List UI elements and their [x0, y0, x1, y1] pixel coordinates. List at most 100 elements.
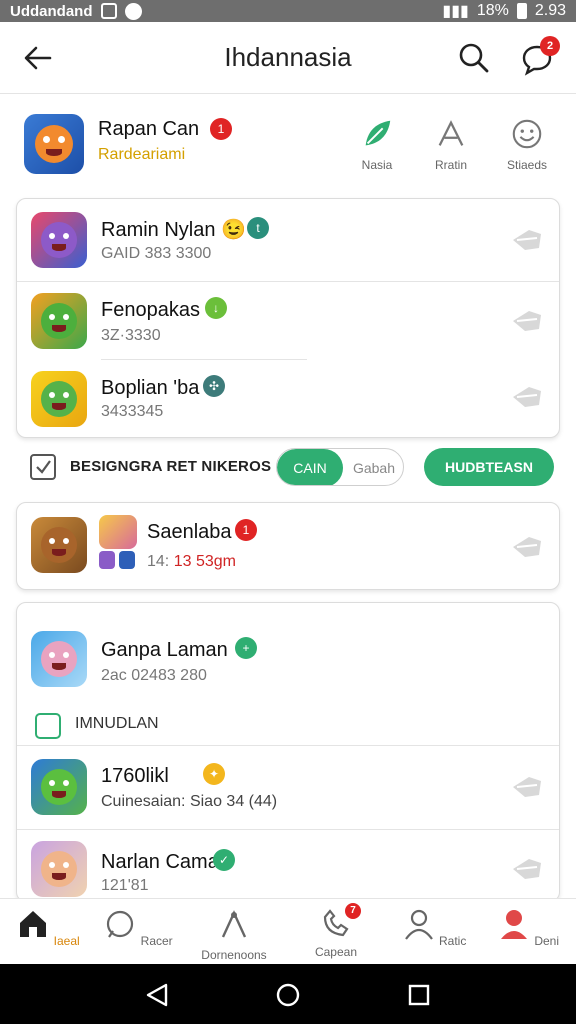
recents-square-icon[interactable] [406, 982, 432, 1008]
profile-avatar[interactable] [24, 114, 84, 174]
chat-badge: 2 [540, 36, 560, 56]
mini-avatar [99, 551, 115, 569]
item-title: Saenlaba [147, 521, 232, 543]
item-badge: 1 [235, 519, 257, 541]
item-title: Fenopakas [101, 299, 200, 321]
avatar [31, 293, 87, 349]
share-icon[interactable] [509, 307, 545, 335]
nav-label: Iaeal [53, 934, 80, 948]
primary-action-button[interactable]: HUDBTEASN [424, 448, 554, 486]
home-icon [20, 911, 47, 937]
triangle-icon [433, 116, 469, 152]
nav-label: Racer [140, 934, 173, 948]
avatar [31, 841, 87, 897]
group-avatar [99, 515, 137, 549]
list-item[interactable]: Fenopakas ↓ 3Z·3330 [17, 281, 559, 361]
list-item[interactable]: 1760likl ✦ Cuinesaian: Siao 34 (44) [17, 745, 559, 829]
back-triangle-icon[interactable] [144, 982, 170, 1008]
item-title: Ganpa Laman [101, 639, 228, 661]
carrier-text: Uddandand [10, 2, 93, 20]
item-title: Boplian 'ba [101, 377, 200, 399]
person-icon [404, 909, 433, 940]
checkmark-icon [36, 460, 51, 474]
header-action-rratin[interactable]: Rratin [416, 116, 486, 172]
contacts-card-3: Ganpa Laman + 2ac 02483 280 IMNUDLAN 176… [16, 602, 560, 902]
profile-subtitle: Rardeariami [98, 146, 186, 163]
list-item[interactable]: Boplian 'ba ✣ 3433345 [17, 361, 559, 437]
nav-badge: 7 [345, 903, 361, 919]
chat-button[interactable]: 2 [520, 36, 560, 76]
nav-label: Capean [314, 945, 358, 959]
share-icon[interactable] [509, 855, 545, 883]
nav-home[interactable]: Iaeal [0, 907, 96, 948]
item-badge: ↓ [205, 297, 227, 319]
header-action-stiaeds[interactable]: Stiaeds [492, 116, 562, 172]
nav-label: Deni [534, 934, 560, 948]
filter-bar: BESIGNGRA RET NIKEROS CAIN Gabah HUDBTEA… [0, 446, 576, 492]
compass-icon [221, 910, 247, 938]
profile-header: Rapan Can 1 Rardeariami Nasia Rratin Sti… [0, 104, 576, 186]
item-meta: GAID 383 3300 [101, 245, 212, 262]
list-item[interactable]: Ramin Nylan 😉 t GAID 383 3300 [17, 199, 559, 281]
profile-name-badge: 1 [210, 118, 232, 140]
nav-deni[interactable]: Deni [480, 907, 576, 948]
share-icon[interactable] [509, 773, 545, 801]
list-item[interactable]: Ganpa Laman + 2ac 02483 280 [17, 603, 559, 703]
contacts-card-1: Ramin Nylan 😉 t GAID 383 3300 Fenopakas … [16, 198, 560, 438]
item-meta: Cuinesaian: Siao 34 (44) [101, 793, 278, 810]
edit-icon[interactable] [35, 713, 61, 739]
chat-icon [107, 910, 134, 938]
battery-icon [516, 3, 527, 19]
divider [101, 359, 307, 360]
system-navigation [0, 964, 576, 1024]
nav-dornenoons[interactable]: Dornenoons [186, 907, 282, 962]
item-meta-time: 13 53gm [173, 553, 236, 570]
leaf-icon [359, 116, 395, 152]
header-action-label: Nasia [361, 158, 393, 172]
section-label: IMNUDLAN [75, 715, 159, 732]
item-meta: 121'81 [101, 877, 149, 894]
battery-percent: 18% [476, 2, 509, 19]
square-icon [100, 3, 117, 19]
nav-ratic[interactable]: Ratic [386, 907, 482, 948]
header-action-label: Stiaeds [506, 158, 548, 172]
nav-capean[interactable]: 7 Capean [288, 903, 384, 959]
item-meta: 2ac 02483 280 [101, 667, 207, 684]
item-title: Ramin Nylan 😉 [101, 219, 246, 241]
item-title: 1760likl [101, 765, 169, 787]
search-icon[interactable] [458, 42, 490, 74]
segmented-toggle[interactable]: CAIN Gabah [276, 448, 404, 486]
item-badge: + [235, 637, 257, 659]
avatar [31, 212, 87, 268]
profile-icon [500, 910, 527, 939]
checkbox-label: BESIGNGRA RET NIKEROS [70, 458, 272, 475]
share-icon[interactable] [509, 533, 545, 561]
item-badge: t [247, 217, 269, 239]
item-badge: ✣ [203, 375, 225, 397]
smiley-icon [509, 116, 545, 152]
list-item[interactable]: Narlan Cama ✓ 121'81 [17, 829, 559, 901]
profile-name: Rapan Can [98, 118, 200, 140]
share-icon[interactable] [509, 383, 545, 411]
item-meta-prefix: 14: [147, 553, 170, 570]
share-icon[interactable] [509, 226, 545, 254]
nav-label: Dornenoons [201, 948, 267, 962]
avatar [31, 517, 87, 573]
header-action-nasia[interactable]: Nasia [342, 116, 412, 172]
item-badge: ✓ [213, 849, 235, 871]
clock: 2.93 [534, 2, 566, 19]
toggle-option-on[interactable]: CAIN [277, 449, 343, 485]
bottom-navigation: Iaeal Racer Dornenoons 7 Capean Ratic De… [0, 898, 576, 964]
item-meta: 3Z·3330 [101, 327, 161, 344]
home-circle-icon[interactable] [275, 982, 301, 1008]
list-item[interactable]: Saenlaba 1 14: 13 53gm [17, 503, 559, 589]
checkbox[interactable] [30, 454, 56, 480]
avatar [31, 371, 87, 427]
avatar [31, 759, 87, 815]
circle-icon [124, 2, 142, 20]
nav-racer[interactable]: Racer [90, 907, 186, 948]
app-bar: Ihdannasia 2 [0, 22, 576, 94]
signal-icon: ▮▮▮ [442, 3, 469, 20]
phone-icon: 7 [319, 903, 361, 941]
toggle-option-off[interactable]: Gabah [343, 449, 403, 485]
